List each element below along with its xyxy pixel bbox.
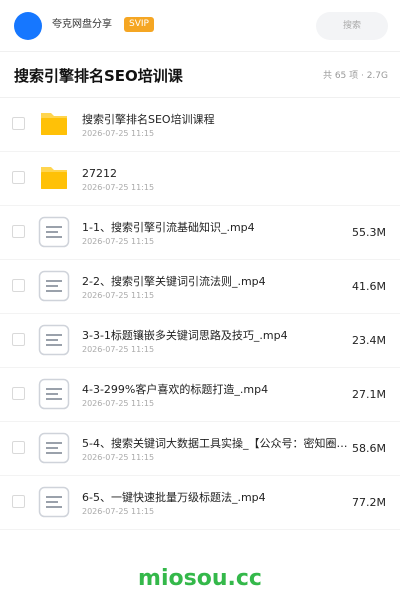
svip-badge[interactable]: SVIP: [124, 17, 154, 32]
document-icon: [38, 324, 70, 356]
file-date: 2026-07-25 11:15: [82, 399, 155, 408]
file-date: 2026-07-25 11:15: [82, 453, 155, 462]
file-size: 58.6M: [352, 442, 386, 455]
avatar[interactable]: [14, 12, 42, 40]
folder-icon: [38, 162, 70, 194]
file-date: 2026-07-25 11:15: [82, 129, 155, 138]
file-name: 27212: [82, 167, 117, 180]
file-size: 27.1M: [352, 388, 386, 401]
row-checkbox[interactable]: [12, 225, 25, 238]
watermark: miosou.cc: [138, 566, 262, 591]
file-name: 6-5、一键快速批量万级标题法_.mp4: [82, 491, 266, 504]
file-name: 5-4、搜索关键词大数据工具实操_【公众号：密知圈…: [82, 437, 348, 450]
row-checkbox[interactable]: [12, 171, 25, 184]
folder-meta: 共 65 项 · 2.7G: [322, 71, 388, 81]
file-row[interactable]: 2-2、搜索引擎关键词引流法则_.mp4 2026-07-25 11:15 41.6…: [0, 260, 400, 314]
file-date: 2026-07-25 11:15: [82, 183, 155, 192]
file-row[interactable]: 搜索引擎排名SEO培训课程 2026-07-25 11:15: [0, 98, 400, 152]
file-size: 23.4M: [352, 334, 386, 347]
file-name: 1-1、搜索引擎引流基础知识_.mp4: [82, 221, 255, 234]
file-row[interactable]: 27212 2026-07-25 11:15: [0, 152, 400, 206]
app-name: 夸克网盘分享: [52, 19, 112, 30]
file-date: 2026-07-25 11:15: [82, 345, 155, 354]
document-icon: [38, 270, 70, 302]
page-title: 搜索引擎排名SEO培训课: [14, 67, 183, 85]
file-row[interactable]: 6-5、一键快速批量万级标题法_.mp4 2026-07-25 11:15 77.2…: [0, 476, 400, 530]
file-date: 2026-07-25 11:15: [82, 507, 155, 516]
row-checkbox[interactable]: [12, 117, 25, 130]
file-name: 搜索引擎排名SEO培训课程: [82, 113, 215, 126]
document-icon: [38, 432, 70, 464]
folder-header: 搜索引擎排名SEO培训课 共 65 项 · 2.7G: [0, 52, 400, 98]
file-row[interactable]: 5-4、搜索关键词大数据工具实操_【公众号：密知圈… 2026-07-25 11:…: [0, 422, 400, 476]
file-row[interactable]: 4-3-299%客户喜欢的标题打造_.mp4 2026-07-25 11:15 27…: [0, 368, 400, 422]
file-date: 2026-07-25 11:15: [82, 237, 155, 246]
search-input[interactable]: 搜索: [316, 12, 388, 40]
document-icon: [38, 486, 70, 518]
row-checkbox[interactable]: [12, 441, 25, 454]
top-bar: 夸克网盘分享 SVIP 搜索: [0, 0, 400, 52]
file-name: 2-2、搜索引擎关键词引流法则_.mp4: [82, 275, 266, 288]
file-row[interactable]: 1-1、搜索引擎引流基础知识_.mp4 2026-07-25 11:15 55.3M: [0, 206, 400, 260]
row-checkbox[interactable]: [12, 387, 25, 400]
folder-icon: [38, 108, 70, 140]
file-name: 3-3-1标题镶嵌多关键词思路及技巧_.mp4: [82, 329, 288, 342]
file-list: 搜索引擎排名SEO培训课程 2026-07-25 11:15 27212 2026-0…: [0, 98, 400, 530]
file-size: 77.2M: [352, 496, 386, 509]
file-name: 4-3-299%客户喜欢的标题打造_.mp4: [82, 383, 269, 396]
file-size: 55.3M: [352, 226, 386, 239]
row-checkbox[interactable]: [12, 279, 25, 292]
row-checkbox[interactable]: [12, 333, 25, 346]
document-icon: [38, 378, 70, 410]
document-icon: [38, 216, 70, 248]
file-date: 2026-07-25 11:15: [82, 291, 155, 300]
file-size: 41.6M: [352, 280, 386, 293]
file-row[interactable]: 3-3-1标题镶嵌多关键词思路及技巧_.mp4 2026-07-25 11:15 2…: [0, 314, 400, 368]
row-checkbox[interactable]: [12, 495, 25, 508]
